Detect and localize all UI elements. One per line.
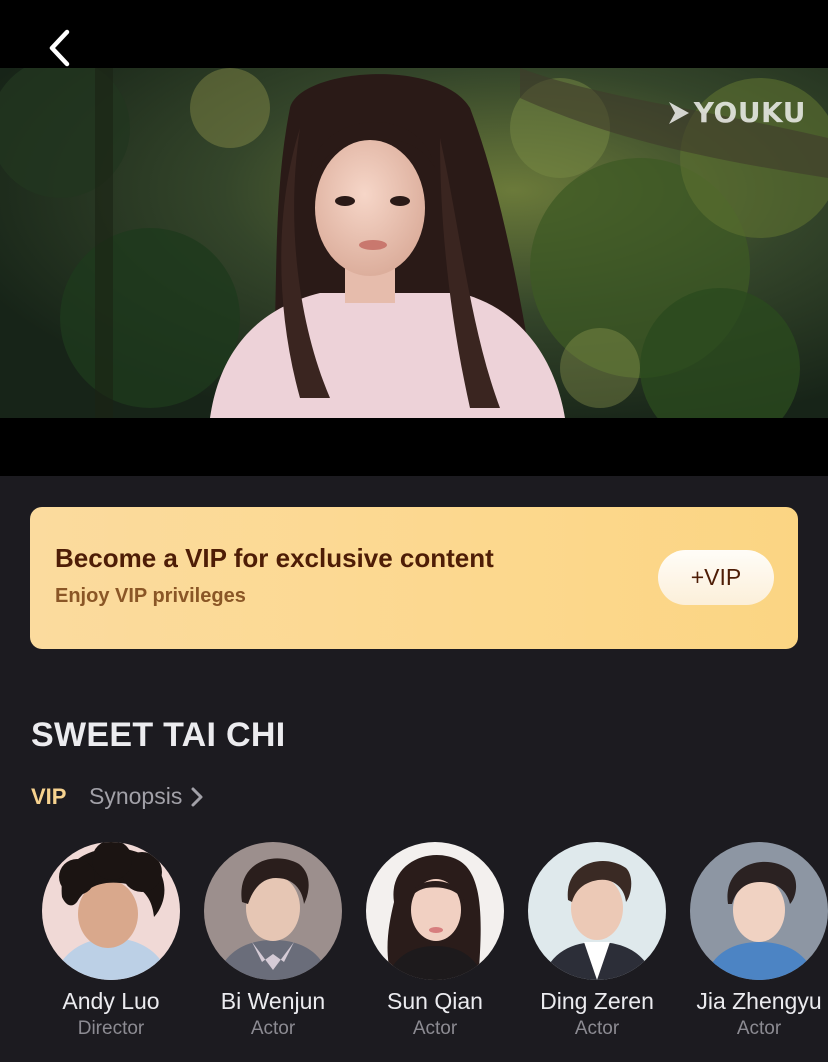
youku-wordmark: YOUKU — [693, 96, 806, 129]
vip-banner-subtitle: Enjoy VIP privileges — [55, 585, 246, 607]
top-bar — [0, 0, 828, 68]
vip-banner-title: Become a VIP for exclusive content — [55, 543, 494, 573]
video-player[interactable]: YOUKU — [0, 68, 828, 418]
youku-watermark: YOUKU — [666, 96, 806, 129]
vip-badge: VIP — [31, 784, 67, 809]
avatar — [690, 842, 828, 980]
cast-role: Director — [77, 1018, 145, 1039]
synopsis-link[interactable]: Synopsis — [89, 783, 204, 810]
cast-name: Andy Luo — [62, 988, 160, 1014]
cast-role: Actor — [574, 1018, 620, 1039]
cast-name: Jia Zhengyu — [696, 988, 822, 1014]
video-letterbox — [0, 418, 828, 476]
cast-name: Bi Wenjun — [220, 988, 326, 1014]
cast-role: Actor — [736, 1018, 782, 1039]
cast-list: Andy Luo Director Bi Wenjun Actor Sun Qi… — [0, 842, 828, 1062]
youku-play-icon — [668, 101, 689, 124]
join-vip-button[interactable]: +VIP — [658, 550, 774, 605]
chevron-left-icon — [49, 29, 70, 67]
cast-role: Actor — [250, 1018, 296, 1039]
chevron-right-icon — [191, 787, 203, 806]
avatar — [42, 842, 180, 980]
vip-promo-banner[interactable]: Become a VIP for exclusive content Enjoy… — [30, 507, 798, 649]
back-button[interactable] — [34, 22, 86, 74]
cast-name: Ding Zeren — [540, 988, 654, 1014]
avatar — [528, 842, 666, 980]
synopsis-label: Synopsis — [89, 783, 183, 809]
avatar — [366, 842, 504, 980]
cast-name: Sun Qian — [387, 988, 483, 1014]
cast-role: Actor — [412, 1018, 458, 1039]
avatar — [204, 842, 342, 980]
show-title: SWEET TAI CHI — [31, 716, 286, 754]
